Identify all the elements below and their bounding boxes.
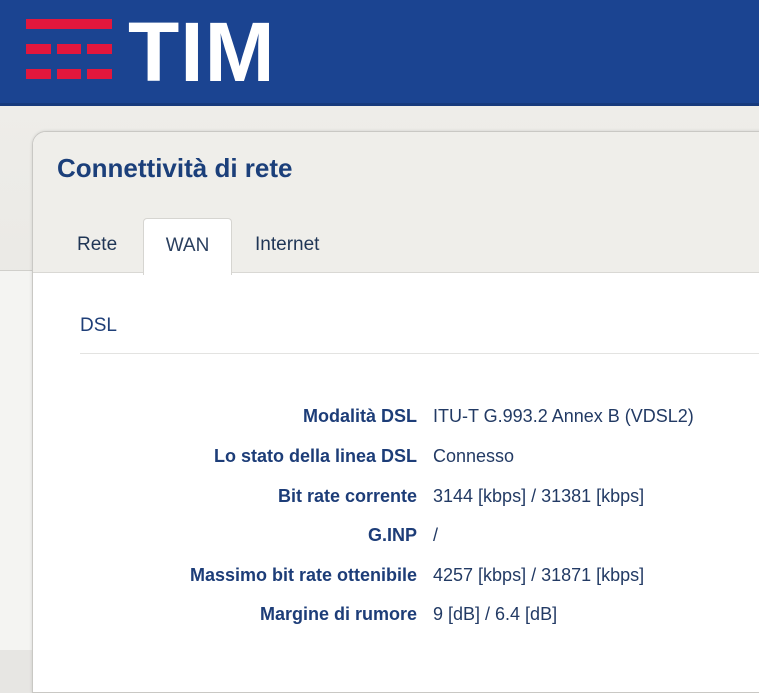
connectivity-panel: Connettività di rete Rete WAN Internet D…: [32, 131, 759, 693]
row-label: Massimo bit rate ottenibile: [189, 565, 417, 585]
row-value: 9 [dB] / 6.4 [dB]: [433, 604, 558, 624]
info-row-line-status: Lo stato della linea DSL Connesso: [33, 441, 759, 471]
info-row-max-bitrate: Massimo bit rate ottenibile 4257 [kbps] …: [33, 560, 759, 590]
row-value: /: [433, 525, 439, 545]
panel-header: Connettività di rete Rete WAN Internet: [33, 132, 759, 275]
info-row-noise-margin: Margine di rumore 9 [dB] / 6.4 [dB]: [33, 599, 759, 629]
info-row-dsl-mode: Modalità DSL ITU-T G.993.2 Annex B (VDSL…: [33, 401, 759, 431]
section-title-dsl: DSL: [80, 315, 117, 336]
section-divider: [80, 353, 759, 354]
row-label: Lo stato della linea DSL: [213, 446, 417, 466]
top-header: TIM: [0, 0, 759, 106]
row-value: 3144 [kbps] / 31381 [kbps]: [433, 486, 645, 506]
tim-logo-icon: [26, 19, 112, 79]
sidebar-divider: [0, 270, 32, 271]
row-label: G.INP: [367, 525, 417, 545]
tab-internet[interactable]: Internet: [255, 218, 319, 272]
row-label: Modalità DSL: [302, 406, 417, 426]
row-value: ITU-T G.993.2 Annex B (VDSL2): [433, 406, 694, 426]
info-row-current-bitrate: Bit rate corrente 3144 [kbps] / 31381 [k…: [33, 481, 759, 511]
tab-rete[interactable]: Rete: [77, 218, 117, 272]
row-value: 4257 [kbps] / 31871 [kbps]: [433, 565, 645, 585]
row-label: Bit rate corrente: [277, 486, 417, 506]
tab-wan[interactable]: WAN: [143, 218, 232, 275]
info-row-ginp: G.INP /: [33, 520, 759, 550]
page-title: Connettività di rete: [57, 153, 293, 183]
tim-logo-wordmark: TIM: [128, 5, 276, 99]
row-label: Margine di rumore: [259, 604, 417, 624]
sidebar-strip: [0, 271, 32, 650]
row-value: Connesso: [433, 446, 515, 466]
